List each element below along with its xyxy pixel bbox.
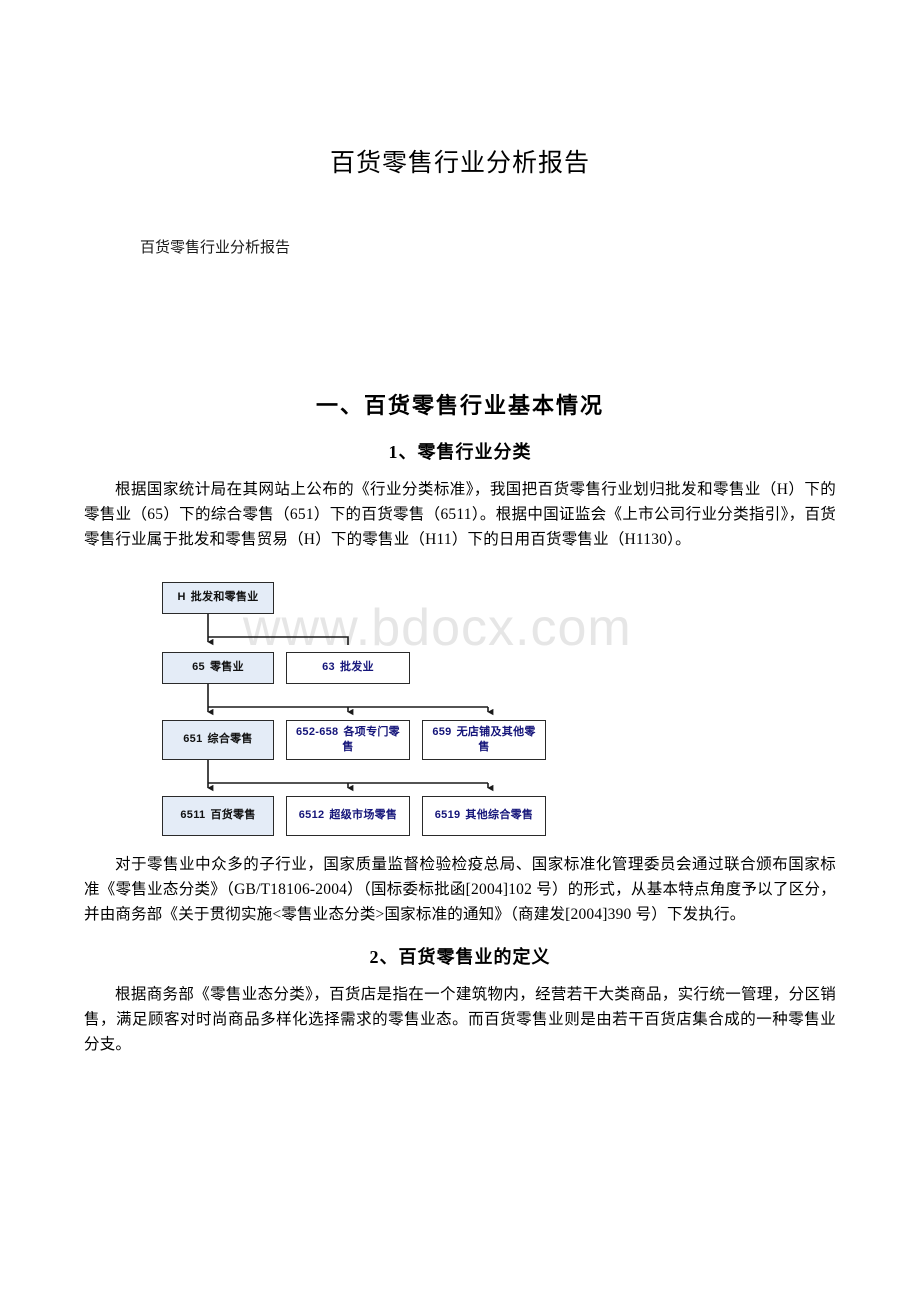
flowchart-node-h: H 批发和零售业 <box>162 581 274 614</box>
node-label: 百货零售 <box>210 809 256 822</box>
node-label: 综合零售 <box>207 733 253 746</box>
node-code: 659 <box>432 725 452 738</box>
paragraph-1: 根据国家统计局在其网站上公布的《行业分类标准》，我国把百货零售行业划归批发和零售… <box>84 480 836 548</box>
flowchart-node-6511: 6511 百货零售 <box>162 795 274 836</box>
node-label: 批发和零售业 <box>190 591 259 604</box>
paragraph-2: 对于零售业中众多的子行业，国家质量监督检验检疫总局、国家标准化管理委员会通过联合… <box>84 855 836 923</box>
flowchart-node-6519: 6519 其他综合零售 <box>422 795 546 836</box>
node-code: 6512 <box>298 809 325 822</box>
node-label: 其他综合零售 <box>465 809 534 822</box>
node-label: 超级市场零售 <box>329 809 398 822</box>
node-code: H <box>177 591 186 604</box>
node-code: 65 <box>192 661 205 674</box>
node-code: 6519 <box>434 809 461 822</box>
node-label: 各项专门零售 <box>342 725 400 753</box>
section-heading-1: 一、百货零售行业基本情况 <box>315 392 604 418</box>
paragraph-3: 根据商务部《零售业态分类》，百货店是指在一个建筑物内，经营若干大类商品，实行统一… <box>84 985 836 1053</box>
flowchart-node-652-658: 652-658 各项专门零售 <box>286 719 410 760</box>
flowchart-node-63: 63 批发业 <box>286 651 410 684</box>
flowchart-node-651: 651 综合零售 <box>162 719 274 760</box>
node-code: 63 <box>322 661 335 674</box>
node-label: 零售业 <box>209 661 244 674</box>
flowchart-node-659: 659 无店铺及其他零售 <box>422 719 546 760</box>
node-code: 6511 <box>180 809 206 822</box>
node-code: 651 <box>183 733 203 746</box>
document-subtitle: 百货零售行业分析报告 <box>140 240 291 257</box>
subsection-heading-2: 2、百货零售业的定义 <box>369 946 551 967</box>
flowchart-node-6512: 6512 超级市场零售 <box>286 795 410 836</box>
subsection-heading-1: 1、零售行业分类 <box>388 441 532 462</box>
industry-classification-flowchart: H 批发和零售业 65 零售业 63 批发业 651 综合零售 652-658 … <box>162 574 592 836</box>
node-label: 无店铺及其他零售 <box>456 725 536 753</box>
node-code: 652-658 <box>296 725 339 738</box>
document-page: www.bdocx.com 百货零售行业分析报告 百货零售行业分析报告 一、百货… <box>0 0 920 1302</box>
flowchart-node-65: 65 零售业 <box>162 651 274 684</box>
document-title: 百货零售行业分析报告 <box>329 150 590 177</box>
document-content: 百货零售行业分析报告 百货零售行业分析报告 一、百货零售行业基本情况 1、零售行… <box>0 0 920 1057</box>
node-label: 批发业 <box>339 661 374 674</box>
